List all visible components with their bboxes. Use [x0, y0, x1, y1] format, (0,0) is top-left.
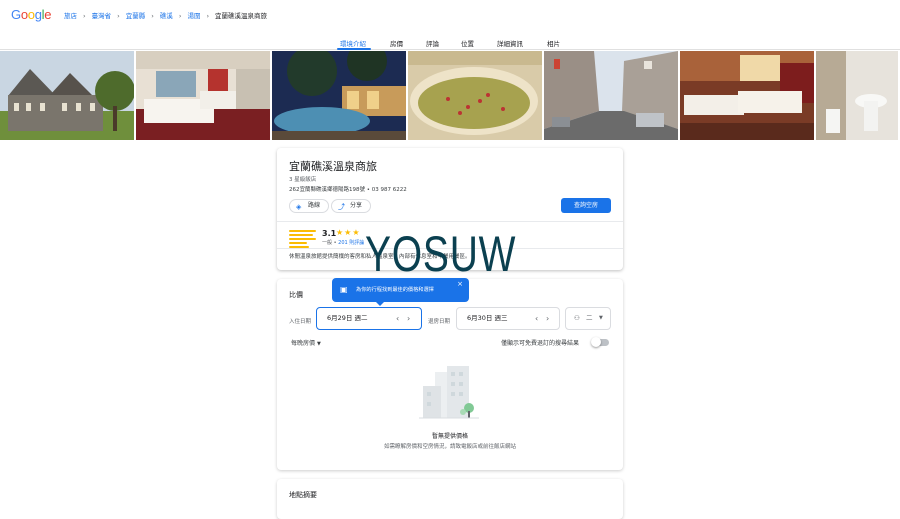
tab-overview[interactable]: 環境介紹 [340, 38, 366, 48]
tab-prices[interactable]: 房價 [390, 38, 403, 48]
guests-selector[interactable]: ⚇ 二 ▼ [565, 307, 611, 330]
hotel-name: 宜蘭礁溪溫泉商旅 [289, 160, 377, 173]
hotel-building-illustration-icon [419, 366, 479, 419]
free-cancellation-label: 僅顯示可免費退訂的搜尋結果 [501, 340, 580, 347]
share-button[interactable]: ⤴ 分享 [331, 199, 372, 213]
breadcrumb: 旅店 › 臺灣省 › 宜蘭縣 › 礁溪 › 湯圍 › 宜蘭礁溪溫泉商旅 [64, 10, 267, 20]
price-comparison-card: 比價 ▣ 為你的行程找到最佳的價格和選擇 × 入住日期 6月29日 週二 ‹ ›… [277, 278, 623, 470]
logo-letter: o [20, 7, 28, 22]
no-prices-title: 暫無提供價格 [431, 433, 468, 440]
location-overview-card: 地點摘要 [277, 479, 623, 519]
photo-bathtub[interactable] [408, 51, 542, 140]
checkin-date-field[interactable]: 6月29日 週二 ‹ › [316, 307, 422, 330]
person-icon: ⚇ [574, 314, 580, 322]
photo-bathroom[interactable] [816, 51, 898, 140]
rating-score: 3.1 [322, 229, 337, 238]
tooltip-arrow [376, 302, 384, 306]
rating-bar [289, 234, 313, 236]
directions-button[interactable]: ◈ 路線 [289, 199, 330, 213]
caret-down-icon: ▼ [316, 341, 321, 347]
breadcrumb-link[interactable]: 宜蘭縣 [126, 12, 146, 20]
chevron-down-icon: ▼ [599, 315, 603, 321]
checkin-label: 入住日期 [289, 319, 312, 325]
logo-letter: o [27, 7, 35, 22]
google-logo[interactable]: Google [11, 7, 51, 22]
calendar-icon: ▣ [340, 285, 348, 294]
rating-distribution [289, 230, 316, 250]
nightly-price-label: 每晚房價 [291, 340, 316, 347]
hotel-address: 262宜蘭縣礁溪鄉德陽路198號 • 03 987 6222 [289, 187, 407, 193]
logo-letter: G [11, 7, 21, 22]
share-label: 分享 [350, 202, 363, 209]
close-icon[interactable]: × [457, 272, 463, 296]
reviews-link[interactable]: 201 則評論 [338, 240, 364, 246]
logo-letter: e [44, 7, 52, 22]
guests-value: 二 [586, 314, 593, 322]
trip-tooltip: ▣ 為你的行程找到最佳的價格和選擇 × [332, 278, 469, 306]
breadcrumb-link[interactable]: 臺灣省 [92, 12, 112, 20]
rating-bar [289, 242, 307, 244]
divider [277, 221, 623, 222]
photo-twin-room[interactable] [680, 51, 814, 140]
checkin-value: 6月29日 週二 [327, 314, 368, 322]
toggle-knob [591, 337, 601, 347]
breadcrumb-link[interactable]: 旅店 [64, 12, 77, 20]
overview-title: 地點摘要 [289, 491, 317, 499]
top-header: Google 旅店 › 臺灣省 › 宜蘭縣 › 礁溪 › 湯圍 › 宜蘭礁溪溫泉商旅 [0, 0, 900, 32]
rating-bar [289, 238, 316, 240]
nightly-price-dropdown[interactable]: 每晚房價 ▼ [291, 338, 321, 347]
tab-photos[interactable]: 相片 [547, 38, 560, 48]
rating-word: 一般 [322, 240, 333, 246]
tooltip-text: 為你的行程找到最佳的價格和選擇 [356, 287, 434, 293]
directions-label: 路線 [308, 202, 321, 209]
breadcrumb-separator-icon: › [178, 12, 182, 20]
rating-bar [289, 230, 316, 232]
breadcrumb-separator-icon: › [117, 12, 120, 20]
photo-gallery [0, 51, 900, 140]
photo-hot-spring[interactable] [272, 51, 406, 140]
check-availability-button[interactable]: 查詢空房 [561, 198, 611, 213]
no-prices-subtitle: 如需瞭解房價和空房情況，請致電飯店或前往飯店網站 [383, 444, 516, 450]
watermark-text: YOSUW [365, 226, 517, 282]
breadcrumb-link[interactable]: 礁溪 [160, 12, 173, 20]
tab-location[interactable]: 位置 [461, 38, 474, 48]
free-cancellation-toggle[interactable] [591, 337, 609, 347]
section-tabs: 環境介紹 房價 評論 位置 詳細資訊 相片 [0, 34, 900, 50]
price-section-title: 比價 [289, 291, 303, 299]
directions-icon: ◈ [296, 203, 302, 211]
chevron-left-icon[interactable]: ‹ [396, 308, 399, 329]
active-tab-indicator [337, 48, 371, 50]
share-icon: ⤴ [338, 203, 345, 211]
chevron-left-icon[interactable]: ‹ [535, 308, 538, 329]
breadcrumb-separator-icon: › [151, 12, 154, 20]
chevron-right-icon[interactable]: › [546, 308, 549, 329]
chevron-right-icon[interactable]: › [407, 308, 410, 329]
breadcrumb-separator-icon: › [206, 12, 210, 20]
photo-exterior[interactable] [0, 51, 134, 140]
checkout-date-field[interactable]: 6月30日 週三 ‹ › [456, 307, 560, 330]
tab-reviews[interactable]: 評論 [426, 38, 439, 48]
checkout-label: 退房日期 [428, 319, 451, 325]
photo-room[interactable] [136, 51, 270, 140]
breadcrumb-current: 宜蘭礁溪溫泉商旅 [215, 12, 268, 20]
breadcrumb-link[interactable]: 湯圍 [187, 12, 200, 20]
logo-letter: g [34, 7, 42, 22]
photo-street[interactable] [544, 51, 678, 140]
tab-details[interactable]: 詳細資訊 [497, 38, 523, 48]
rating-stars-icon: ★★★ [336, 228, 361, 237]
breadcrumb-separator-icon: › [83, 12, 86, 20]
hotel-class: 3 星級飯店 [289, 177, 317, 183]
checkout-value: 6月30日 週三 [467, 314, 508, 322]
rating-summary: 一般 • 201 則評論 [322, 240, 365, 246]
